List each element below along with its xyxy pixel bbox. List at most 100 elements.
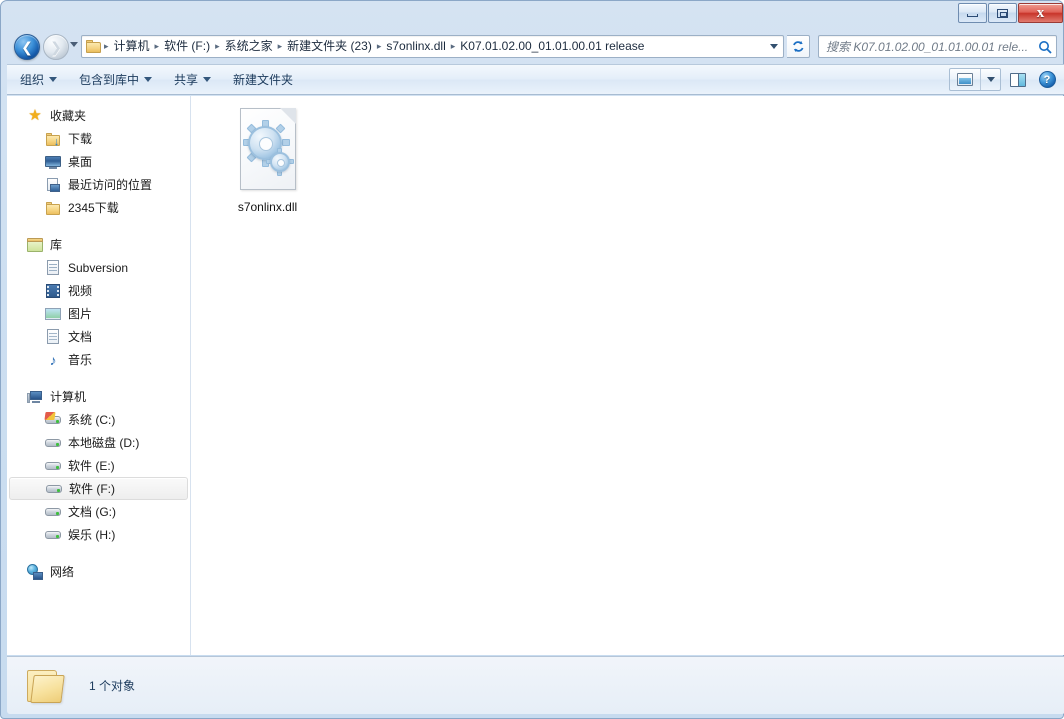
breadcrumb-item[interactable]: 软件 (F:) bbox=[160, 37, 214, 56]
file-name-label: s7onlinx.dll bbox=[238, 200, 297, 214]
search-input[interactable]: 搜索 K07.01.02.00_01.01.00.01 rele... bbox=[826, 38, 1038, 55]
sidebar-item-图片[interactable]: 图片 bbox=[7, 302, 190, 325]
chevron-down-icon bbox=[49, 77, 57, 82]
back-arrow-icon: ❮ bbox=[21, 40, 33, 54]
window-controls: x bbox=[958, 3, 1063, 23]
sidebar-item-label: 桌面 bbox=[68, 154, 92, 170]
sidebar-item-软件 (E:)[interactable]: 软件 (E:) bbox=[7, 454, 190, 477]
view-options-dropdown[interactable] bbox=[980, 69, 1000, 90]
maximize-icon bbox=[997, 9, 1008, 18]
sidebar-item-系统 (C:)[interactable]: 系统 (C:) bbox=[7, 408, 190, 431]
search-box[interactable]: 搜索 K07.01.02.00_01.01.00.01 rele... bbox=[818, 35, 1057, 58]
sidebar-item-label: 文档 bbox=[68, 329, 92, 345]
pictures-icon bbox=[45, 306, 61, 322]
sidebar-item-label: 库 bbox=[50, 237, 62, 253]
breadcrumb-item[interactable]: 计算机 bbox=[110, 37, 154, 56]
chevron-down-icon bbox=[203, 77, 211, 82]
recent-places-icon bbox=[45, 177, 61, 193]
history-dropdown-icon[interactable] bbox=[70, 42, 78, 47]
sidebar-item-label: 系统 (C:) bbox=[68, 412, 115, 428]
sidebar-item-桌面[interactable]: 桌面 bbox=[7, 150, 190, 173]
library-icon bbox=[27, 237, 43, 253]
sidebar-item-label: Subversion bbox=[68, 260, 128, 276]
help-icon: ? bbox=[1039, 71, 1056, 88]
system-drive-icon bbox=[45, 412, 61, 428]
sidebar-item-库[interactable]: 库 bbox=[7, 233, 190, 256]
chevron-down-icon bbox=[144, 77, 152, 82]
toolbar-button-label: 共享 bbox=[174, 71, 198, 88]
view-options-icon[interactable] bbox=[950, 69, 980, 90]
refresh-icon bbox=[791, 39, 806, 54]
breadcrumb-item[interactable]: 新建文件夹 (23) bbox=[283, 37, 376, 56]
sidebar-group: 计算机系统 (C:) 本地磁盘 (D:) 软件 (E:) 软件 (F:) 文档 (G:)… bbox=[7, 385, 190, 546]
documents-icon bbox=[45, 329, 61, 345]
sidebar-item-label: 视频 bbox=[68, 283, 92, 299]
toolbar-button-3[interactable]: 新建文件夹 bbox=[224, 68, 302, 91]
view-options-button[interactable] bbox=[949, 68, 1001, 91]
address-folder-icon bbox=[86, 40, 103, 54]
network-icon bbox=[27, 564, 43, 580]
address-dropdown-button[interactable] bbox=[765, 36, 783, 57]
sidebar-item-label: 下载 bbox=[68, 131, 92, 147]
breadcrumb-item[interactable]: K07.01.02.00_01.01.00.01 release bbox=[456, 37, 648, 56]
sidebar-item-视频[interactable]: 视频 bbox=[7, 279, 190, 302]
sidebar-item-娱乐 (H:)[interactable]: 娱乐 (H:) bbox=[7, 523, 190, 546]
subversion-icon bbox=[45, 260, 61, 276]
sidebar-item-label: 软件 (F:) bbox=[69, 481, 115, 497]
refresh-button[interactable] bbox=[787, 35, 810, 58]
toolbar-button-1[interactable]: 包含到库中 bbox=[70, 68, 161, 91]
sidebar-item-最近访问的位置[interactable]: 最近访问的位置 bbox=[7, 173, 190, 196]
minimize-button[interactable] bbox=[958, 3, 987, 23]
star-icon: ★ bbox=[27, 108, 43, 124]
sidebar-item-网络[interactable]: 网络 bbox=[7, 560, 190, 583]
preview-pane-icon bbox=[1010, 73, 1026, 87]
sidebar-item-label: 音乐 bbox=[68, 352, 92, 368]
title-bar: x bbox=[4, 1, 1064, 29]
sidebar-item-label: 最近访问的位置 bbox=[68, 177, 152, 193]
maximize-button[interactable] bbox=[988, 3, 1017, 23]
sidebar-item-下载[interactable]: ↓下载 bbox=[7, 127, 190, 150]
toolbar-button-2[interactable]: 共享 bbox=[165, 68, 220, 91]
sidebar-group: 网络 bbox=[7, 560, 190, 583]
sidebar-item-label: 网络 bbox=[50, 564, 74, 580]
help-button[interactable]: ? bbox=[1035, 68, 1059, 91]
sidebar-item-2345下载[interactable]: 2345下载 bbox=[7, 196, 190, 219]
forward-button[interactable]: ❯ bbox=[43, 34, 69, 60]
sidebar-item-label: 娱乐 (H:) bbox=[68, 527, 115, 543]
window-inner: x ❮ ❯ ▸计算机▸软件 (F:)▸系统之家▸新建文件夹 (23)▸s7onl… bbox=[4, 1, 1060, 715]
sidebar-item-label: 软件 (E:) bbox=[68, 458, 115, 474]
sidebar-item-label: 本地磁盘 (D:) bbox=[68, 435, 139, 451]
file-list-view[interactable]: s7onlinx.dll bbox=[191, 96, 1064, 655]
status-text: 1 个对象 bbox=[89, 677, 135, 694]
breadcrumb-item[interactable]: s7onlinx.dll bbox=[382, 37, 449, 56]
navigation-pane: ★收藏夹↓下载桌面最近访问的位置 2345下载库 Subversion 视频图片文档 ♪… bbox=[7, 96, 190, 655]
computer-icon bbox=[27, 389, 43, 405]
sidebar-item-label: 文档 (G:) bbox=[68, 504, 116, 520]
main-body: ★收藏夹↓下载桌面最近访问的位置 2345下载库 Subversion 视频图片文档 ♪… bbox=[7, 96, 1064, 655]
sidebar-item-计算机[interactable]: 计算机 bbox=[7, 385, 190, 408]
sidebar-item-label: 图片 bbox=[68, 306, 92, 322]
preview-pane-button[interactable] bbox=[1005, 68, 1031, 91]
toolbar-button-0[interactable]: 组织 bbox=[11, 68, 66, 91]
sidebar-item-本地磁盘 (D:)[interactable]: 本地磁盘 (D:) bbox=[7, 431, 190, 454]
sidebar-item-收藏夹[interactable]: ★收藏夹 bbox=[7, 104, 190, 127]
back-button[interactable]: ❮ bbox=[14, 34, 40, 60]
close-button[interactable]: x bbox=[1018, 3, 1063, 23]
folder-icon bbox=[45, 200, 61, 216]
address-bar[interactable]: ▸计算机▸软件 (F:)▸系统之家▸新建文件夹 (23)▸s7onlinx.dl… bbox=[81, 35, 784, 58]
sidebar-item-Subversion[interactable]: Subversion bbox=[7, 256, 190, 279]
list-item[interactable]: s7onlinx.dll bbox=[215, 108, 320, 214]
sidebar-item-软件 (F:)[interactable]: 软件 (F:) bbox=[9, 477, 188, 500]
close-icon: x bbox=[1037, 6, 1045, 20]
drive-icon bbox=[46, 481, 62, 497]
music-icon: ♪ bbox=[45, 352, 61, 368]
open-folder-icon bbox=[25, 666, 69, 706]
drive-icon bbox=[45, 458, 61, 474]
toolbar-button-label: 包含到库中 bbox=[79, 71, 139, 88]
drive-icon bbox=[45, 504, 61, 520]
sidebar-item-文档[interactable]: 文档 bbox=[7, 325, 190, 348]
breadcrumb-item[interactable]: 系统之家 bbox=[221, 37, 277, 56]
sidebar-item-文档 (G:)[interactable]: 文档 (G:) bbox=[7, 500, 190, 523]
minimize-icon bbox=[967, 14, 978, 17]
sidebar-item-音乐[interactable]: ♪ 音乐 bbox=[7, 348, 190, 371]
